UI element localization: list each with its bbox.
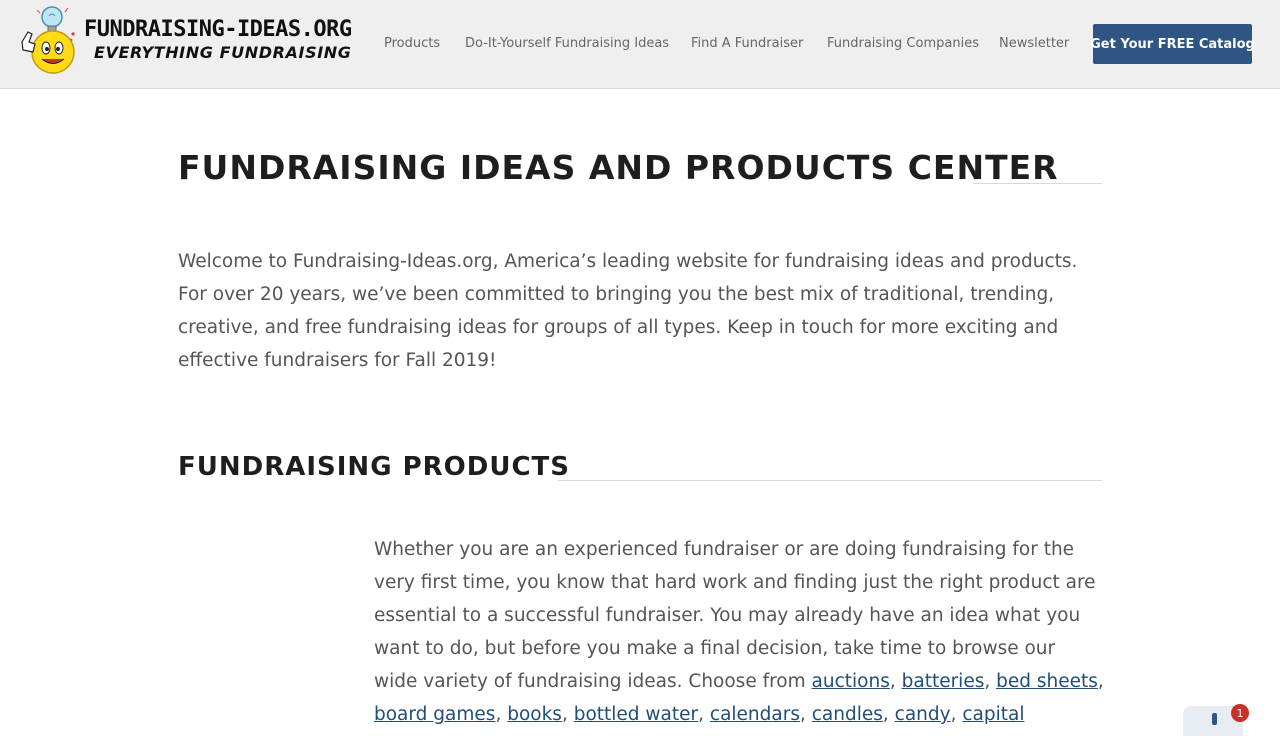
free-catalog-button[interactable]: Get Your FREE Catalog: [1090, 24, 1255, 64]
logo-title: FUNDRAISING-IDEAS.ORG: [84, 17, 352, 42]
link-candy[interactable]: candy: [895, 704, 951, 725]
nav-fundraising-companies[interactable]: Fundraising Companies: [827, 36, 979, 51]
products-heading: FUNDRAISING PRODUCTS: [178, 452, 570, 482]
site-logo[interactable]: FUNDRAISING-IDEAS.ORG EVERYTHING FUNDRAI…: [16, 4, 356, 78]
nav-newsletter[interactable]: Newsletter: [999, 36, 1069, 51]
intro-paragraph: Welcome to Fundraising-Ideas.org, Americ…: [178, 251, 1078, 371]
link-calendars[interactable]: calendars: [710, 704, 800, 725]
notification-badge: 1: [1231, 704, 1249, 722]
link-books[interactable]: books: [507, 704, 562, 725]
info-icon: [1212, 713, 1217, 725]
link-candles[interactable]: candles: [812, 704, 883, 725]
nav-products[interactable]: Products: [384, 36, 440, 51]
link-bed-sheets[interactable]: bed sheets: [996, 671, 1098, 692]
products-paragraph-text: Whether you are an experienced fundraise…: [374, 539, 1096, 692]
lightbulb-smiley-icon: [21, 6, 75, 74]
link-capital[interactable]: capital: [962, 704, 1024, 725]
site-header: FUNDRAISING-IDEAS.ORG EVERYTHING FUNDRAI…: [0, 0, 1280, 89]
link-board-games[interactable]: board games: [374, 704, 495, 725]
link-bottled-water[interactable]: bottled water: [574, 704, 698, 725]
link-auctions[interactable]: auctions: [812, 671, 890, 692]
products-paragraph: Whether you are an experienced fundraise…: [374, 539, 1104, 725]
title-divider: [973, 183, 1102, 184]
products-divider: [558, 480, 1102, 481]
nav-diy-fundraising-ideas[interactable]: Do-It-Yourself Fundraising Ideas: [465, 36, 669, 51]
page-title: FUNDRAISING IDEAS AND PRODUCTS CENTER: [178, 148, 1059, 187]
link-batteries[interactable]: batteries: [902, 671, 985, 692]
logo-tagline: EVERYTHING FUNDRAISING: [94, 43, 352, 62]
nav-find-a-fundraiser[interactable]: Find A Fundraiser: [691, 36, 803, 51]
